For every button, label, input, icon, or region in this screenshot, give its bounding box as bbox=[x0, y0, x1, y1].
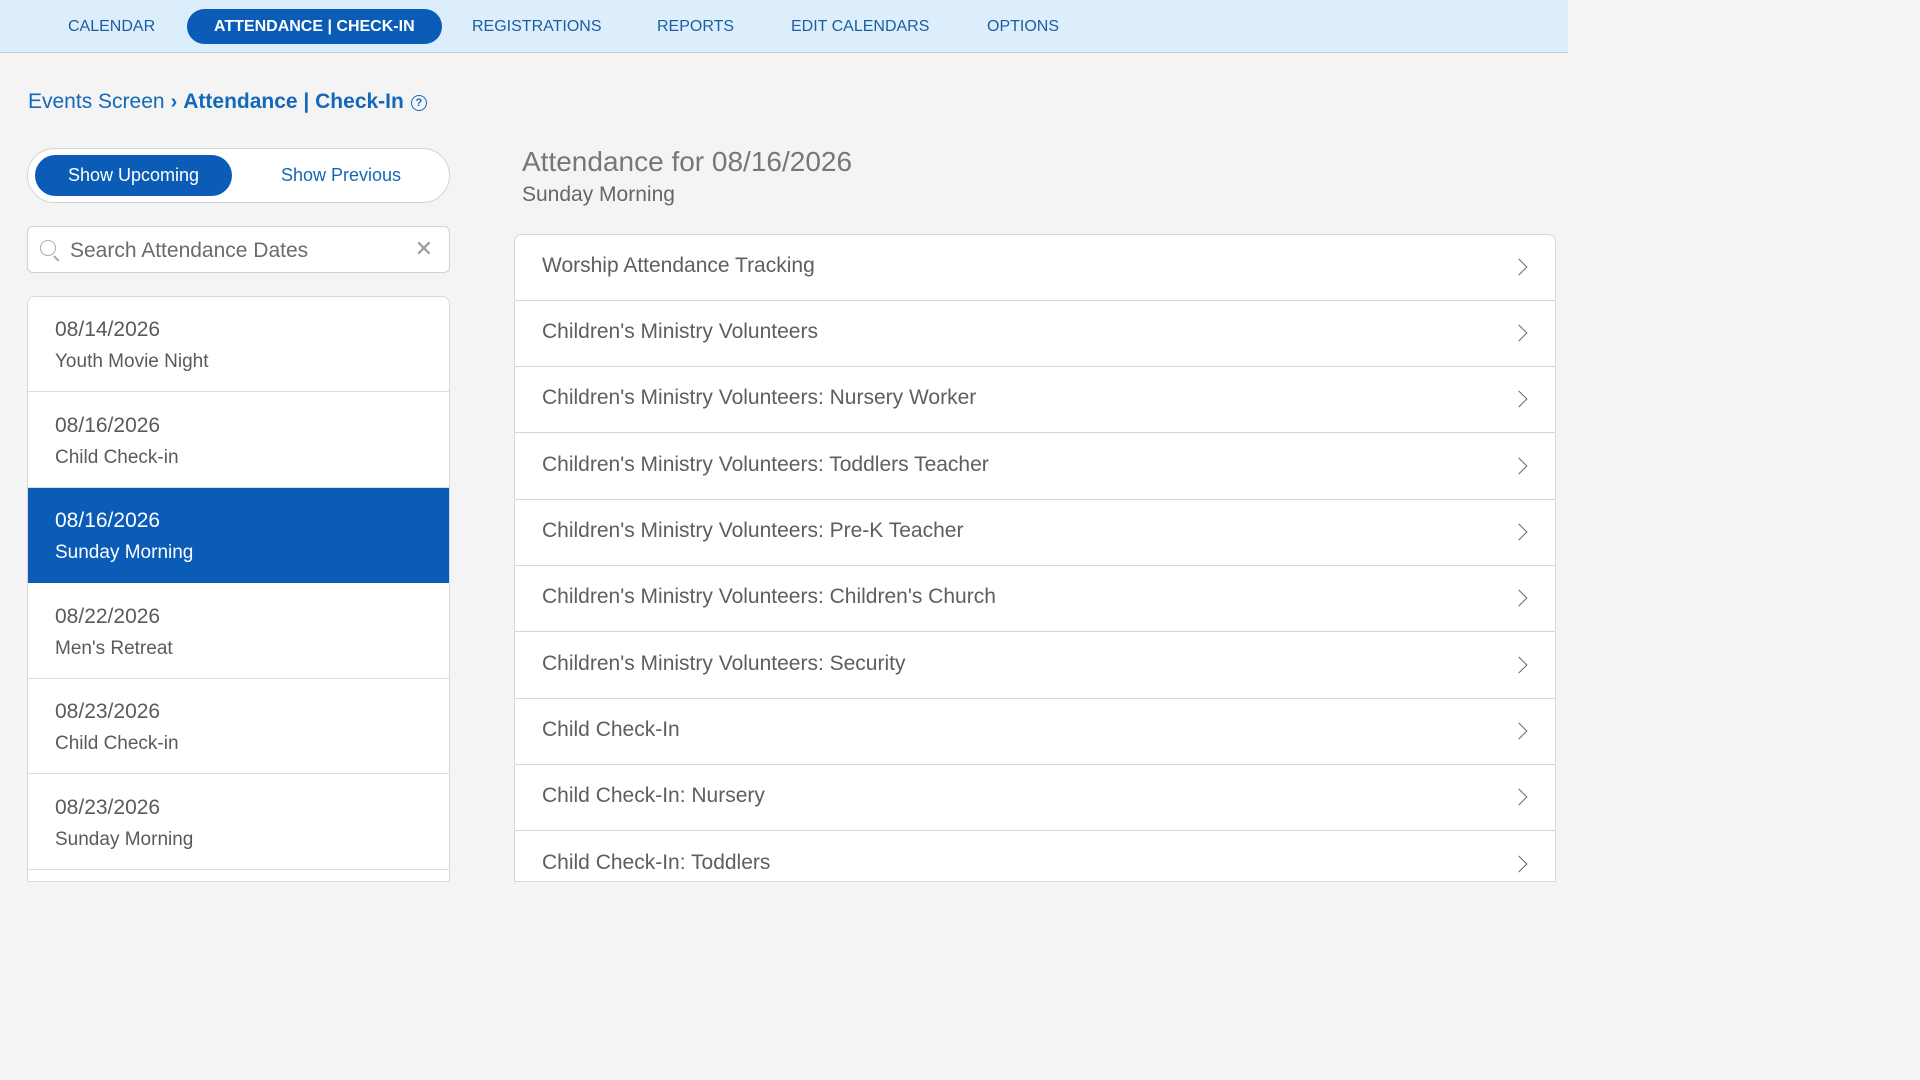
chevron-right-icon bbox=[1510, 788, 1528, 806]
search-box: ✕ bbox=[27, 226, 450, 273]
group-list-item[interactable]: Child Check-In: Toddlers bbox=[515, 832, 1555, 881]
date-list-item[interactable]: 08/23/2026 Sunday Morning bbox=[28, 775, 449, 870]
attendance-title: Attendance for 08/16/2026 bbox=[522, 146, 853, 177]
group-label: Child Check-In: Toddlers bbox=[542, 851, 771, 874]
chevron-right-icon bbox=[1510, 324, 1528, 342]
upcoming-previous-toggle: Show Upcoming Show Previous bbox=[27, 148, 450, 203]
group-list-item[interactable]: Children's Ministry Volunteers: Pre-K Te… bbox=[515, 500, 1555, 566]
attendance-group-list: Worship Attendance Tracking Children's M… bbox=[514, 234, 1556, 882]
chevron-right-icon bbox=[1510, 589, 1528, 607]
date-item-date: 08/22/2026 bbox=[55, 605, 161, 628]
attendance-subtitle: Sunday Morning bbox=[522, 183, 675, 206]
group-label: Children's Ministry Volunteers: Security bbox=[542, 652, 906, 675]
group-label: Children's Ministry Volunteers: Toddlers… bbox=[542, 453, 989, 476]
chevron-right-icon bbox=[1510, 523, 1528, 541]
group-label: Children's Ministry Volunteers: Nursery … bbox=[542, 386, 977, 409]
attendance-date-list: 08/14/2026 Youth Movie Night 08/16/2026 … bbox=[27, 296, 450, 882]
group-list-item[interactable]: Worship Attendance Tracking bbox=[515, 235, 1555, 301]
show-upcoming-button[interactable]: Show Upcoming bbox=[35, 155, 232, 196]
nav-edit-calendars[interactable]: EDIT CALENDARS bbox=[791, 9, 929, 44]
group-label: Child Check-In bbox=[542, 718, 680, 741]
date-item-date: 08/16/2026 bbox=[55, 414, 161, 437]
chevron-right-icon bbox=[1510, 258, 1528, 276]
search-input[interactable] bbox=[68, 233, 402, 268]
group-list-item[interactable]: Children's Ministry Volunteers: Children… bbox=[515, 566, 1555, 632]
date-item-name: Youth Movie Night bbox=[55, 351, 209, 372]
group-label: Children's Ministry Volunteers: Children… bbox=[542, 585, 996, 608]
chevron-right-icon: › bbox=[170, 90, 178, 113]
date-list-item[interactable]: 08/23/2026 Child Check-in bbox=[28, 679, 449, 774]
group-list-item[interactable]: Children's Ministry Volunteers bbox=[515, 301, 1555, 367]
date-list-item-selected[interactable]: 08/16/2026 Sunday Morning bbox=[28, 488, 449, 583]
close-icon[interactable]: ✕ bbox=[415, 238, 433, 260]
show-previous-button[interactable]: Show Previous bbox=[238, 155, 444, 196]
nav-options[interactable]: OPTIONS bbox=[987, 9, 1059, 44]
date-item-date: 08/23/2026 bbox=[55, 796, 161, 819]
breadcrumb-events-screen[interactable]: Events Screen bbox=[28, 90, 165, 114]
breadcrumb-current: Attendance | Check-In bbox=[183, 90, 404, 113]
group-label: Children's Ministry Volunteers bbox=[542, 320, 818, 343]
date-item-name: Sunday Morning bbox=[55, 829, 194, 850]
date-item-name: Child Check-in bbox=[55, 447, 179, 468]
date-list-item[interactable]: 08/16/2026 Child Check-in bbox=[28, 393, 449, 488]
nav-registrations[interactable]: REGISTRATIONS bbox=[472, 9, 602, 44]
date-list-item[interactable]: 08/14/2026 Youth Movie Night bbox=[28, 297, 449, 392]
date-item-name: Child Check-in bbox=[55, 733, 179, 754]
breadcrumb: Events Screen › Attendance | Check-In ? bbox=[28, 90, 427, 114]
group-label: Worship Attendance Tracking bbox=[542, 254, 815, 277]
chevron-right-icon bbox=[1510, 722, 1528, 740]
date-item-name: Sunday Morning bbox=[55, 542, 194, 563]
date-item-date: 08/16/2026 bbox=[55, 509, 161, 532]
search-icon bbox=[40, 240, 56, 256]
group-label: Child Check-In: Nursery bbox=[542, 784, 765, 807]
group-list-item[interactable]: Children's Ministry Volunteers: Nursery … bbox=[515, 367, 1555, 433]
date-item-name: Men's Retreat bbox=[55, 638, 173, 659]
chevron-right-icon bbox=[1510, 855, 1528, 873]
group-list-item[interactable]: Child Check-In: Nursery bbox=[515, 765, 1555, 831]
chevron-right-icon bbox=[1510, 457, 1528, 475]
chevron-right-icon bbox=[1510, 390, 1528, 408]
date-item-date: 08/14/2026 bbox=[55, 318, 161, 341]
top-nav: CALENDAR ATTENDANCE | CHECK-IN REGISTRAT… bbox=[0, 0, 1568, 53]
question-circle-icon[interactable]: ? bbox=[410, 95, 427, 111]
group-list-item[interactable]: Child Check-In bbox=[515, 699, 1555, 765]
group-list-item[interactable]: Children's Ministry Volunteers: Security bbox=[515, 633, 1555, 699]
nav-calendar[interactable]: CALENDAR bbox=[68, 9, 155, 44]
chevron-right-icon bbox=[1510, 656, 1528, 674]
date-item-date: 08/23/2026 bbox=[55, 700, 161, 723]
group-list-item[interactable]: Children's Ministry Volunteers: Toddlers… bbox=[515, 434, 1555, 500]
nav-attendance-check-in[interactable]: ATTENDANCE | CHECK-IN bbox=[187, 9, 442, 44]
date-list-item[interactable]: 08/22/2026 Men's Retreat bbox=[28, 584, 449, 679]
nav-reports[interactable]: REPORTS bbox=[657, 9, 734, 44]
group-label: Children's Ministry Volunteers: Pre-K Te… bbox=[542, 519, 964, 542]
